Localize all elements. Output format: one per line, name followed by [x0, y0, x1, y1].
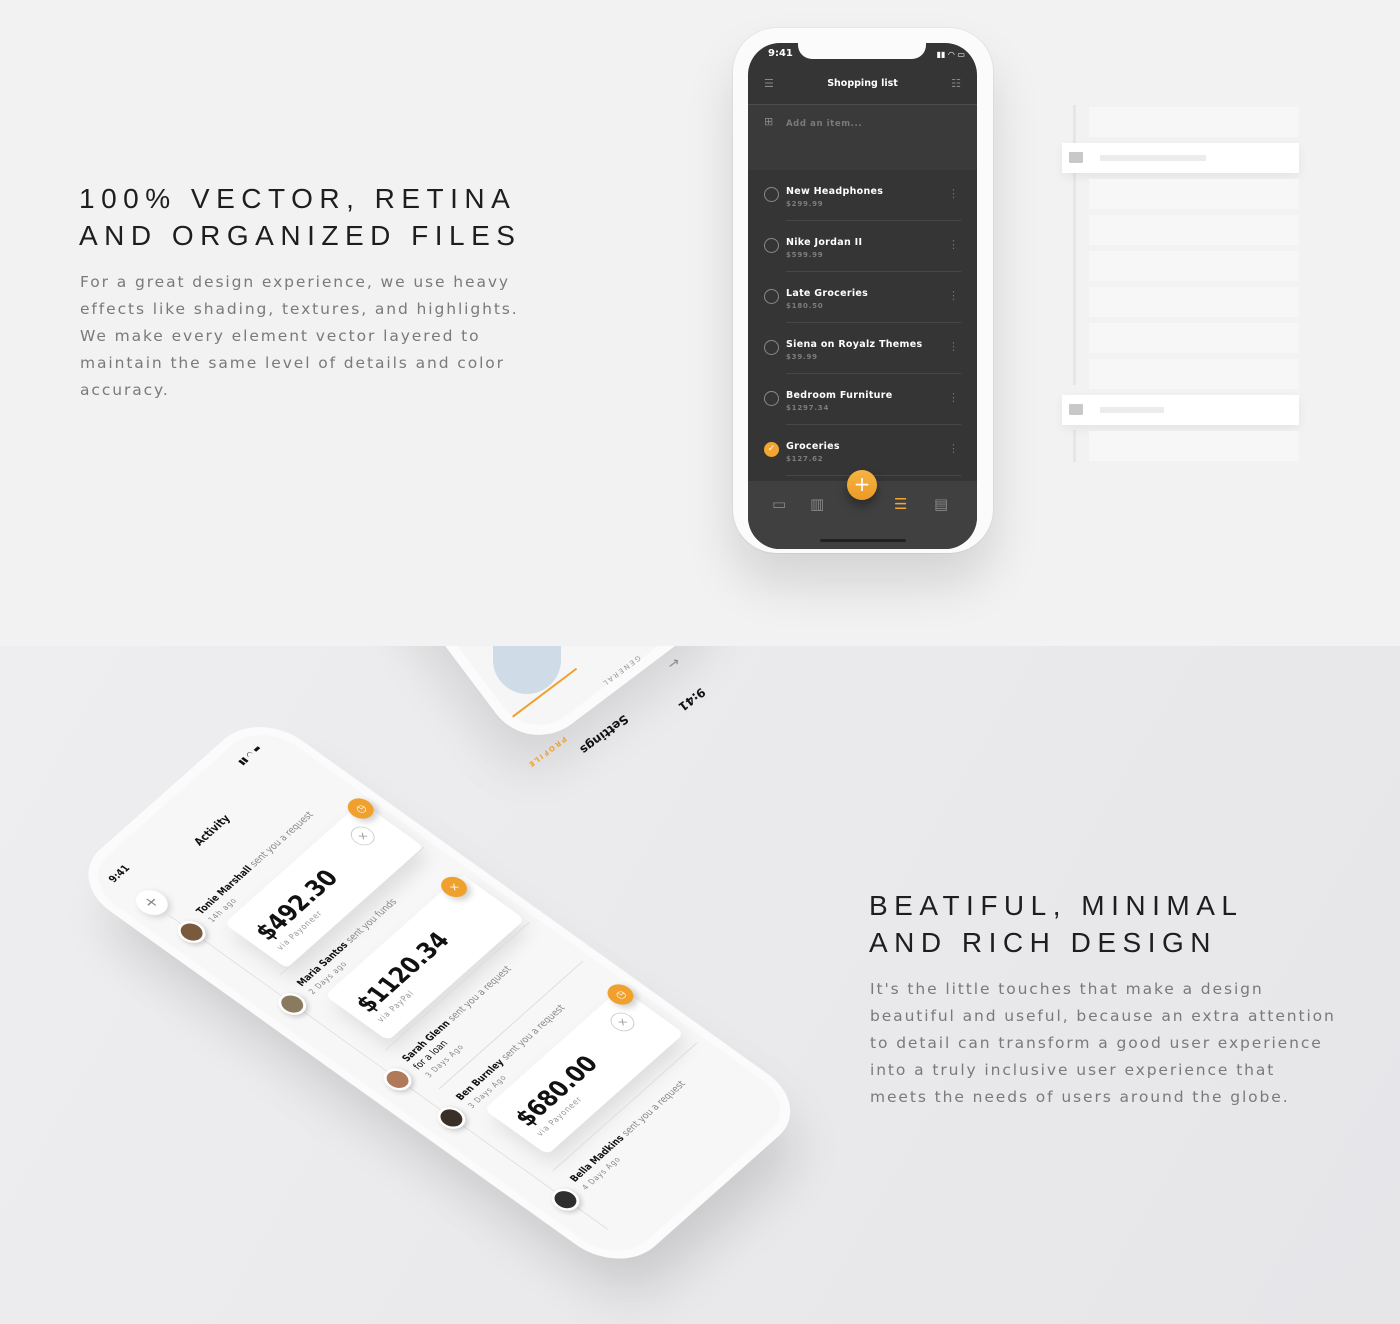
- list-item[interactable]: ✓ Groceries $127.62 ⋮: [748, 425, 977, 476]
- folder-icon: [1069, 152, 1083, 163]
- checkbox[interactable]: ✓: [764, 442, 779, 457]
- item-name: Late Groceries: [786, 288, 869, 299]
- more-icon[interactable]: ⋮: [948, 238, 959, 251]
- library-icon[interactable]: ▥: [810, 495, 824, 513]
- feature-section-design: 9:41 Settings PROFILE GENERAL ← 9:41 ▮▮ …: [0, 646, 1400, 1324]
- paragraph-line: accuracy.: [80, 381, 170, 399]
- checklist-icon[interactable]: ☰: [894, 495, 907, 513]
- close-icon: ×: [613, 1015, 632, 1029]
- section-paragraph: It's the little touches that make a desi…: [870, 976, 1336, 1111]
- wireframe-row: [1089, 179, 1299, 209]
- decline-button[interactable]: ×: [605, 1008, 640, 1036]
- paragraph-line: beautiful and useful, because an extra a…: [870, 1007, 1336, 1025]
- heading-line: 100% VECTOR, RETINA: [79, 183, 517, 214]
- wireframe-row: [1089, 359, 1299, 389]
- checkbox[interactable]: [764, 289, 779, 304]
- wireframe-folder-row: [1062, 395, 1299, 425]
- paragraph-line: We make every element vector layered to: [80, 327, 481, 345]
- section-paragraph: For a great design experience, we use he…: [80, 269, 519, 404]
- item-name: Bedroom Furniture: [786, 390, 893, 401]
- item-price: $180.50: [786, 302, 824, 310]
- item-price: $1297.34: [786, 404, 830, 412]
- list-item[interactable]: Nike Jordan II $599.99 ⋮: [748, 221, 977, 272]
- shopping-screen: 9:41 ▮▮ ◠ ▭ ☰ Shopping list ☷ ⊞ Add an i…: [748, 43, 977, 549]
- wireframe-row: [1089, 107, 1299, 137]
- close-icon: ×: [445, 880, 463, 894]
- feature-section-vector: 100% VECTOR, RETINA AND ORGANIZED FILES …: [0, 0, 1400, 646]
- paragraph-line: into a truly inclusive user experience t…: [870, 1061, 1276, 1079]
- status-time: 9:41: [675, 684, 708, 714]
- notch: [798, 43, 926, 59]
- heading-line: AND ORGANIZED FILES: [79, 220, 522, 251]
- item-name: Nike Jordan II: [786, 237, 863, 248]
- item-name: Siena on Royalz Themes: [786, 339, 923, 350]
- plus-icon: +: [138, 892, 165, 913]
- filter-list-icon[interactable]: ☷: [951, 77, 961, 90]
- home-indicator: [820, 539, 906, 542]
- item-price: $39.99: [786, 353, 818, 361]
- section-heading: 100% VECTOR, RETINA AND ORGANIZED FILES: [79, 180, 521, 254]
- app-header: ☰ Shopping list ☷: [748, 73, 977, 105]
- paragraph-line: maintain the same level of details and c…: [80, 354, 505, 372]
- decline-button[interactable]: ×: [345, 822, 380, 850]
- wireframe-bar: [1100, 155, 1206, 161]
- page-title: Settings: [577, 711, 631, 758]
- phone-mockup-shopping: 9:41 ▮▮ ◠ ▭ ☰ Shopping list ☷ ⊞ Add an i…: [733, 28, 993, 553]
- wireframe-row: [1089, 215, 1299, 245]
- paragraph-line: to detail can transform a good user expe…: [870, 1034, 1323, 1052]
- more-icon[interactable]: ⋮: [948, 187, 959, 200]
- checkbox[interactable]: [764, 340, 779, 355]
- paragraph-line: meets the needs of users around the glob…: [870, 1088, 1290, 1106]
- wireframe-line: [1073, 430, 1076, 462]
- plus-icon: +: [853, 472, 871, 496]
- wireframe-row: [1089, 287, 1299, 317]
- paragraph-line: For a great design experience, we use he…: [80, 273, 510, 291]
- add-item-input[interactable]: ⊞ Add an item...: [748, 105, 977, 170]
- heading-line: AND RICH DESIGN: [869, 927, 1217, 958]
- close-icon: ×: [354, 829, 372, 843]
- more-icon[interactable]: ⋮: [948, 289, 959, 302]
- item-price: $127.62: [786, 455, 824, 463]
- paragraph-line: It's the little touches that make a desi…: [870, 980, 1264, 998]
- list-item[interactable]: New Headphones $299.99 ⋮: [748, 170, 977, 221]
- clock-icon: ◷: [351, 801, 370, 816]
- add-item-placeholder: Add an item...: [786, 119, 863, 129]
- wallet-icon[interactable]: ▭: [772, 495, 786, 513]
- wireframe-row: [1089, 323, 1299, 353]
- wireframe-row: [1089, 251, 1299, 281]
- list-item[interactable]: Bedroom Furniture $1297.34 ⋮: [748, 374, 977, 425]
- arrow-icon[interactable]: ←: [664, 653, 683, 673]
- paragraph-line: effects like shading, textures, and high…: [80, 300, 519, 318]
- wireframe-folder-row: [1062, 143, 1299, 173]
- status-icons: ▮▮ ◠ ▭: [936, 50, 965, 59]
- page-title: Shopping list: [827, 78, 898, 89]
- checkbox[interactable]: [764, 238, 779, 253]
- item-price: $599.99: [786, 251, 824, 259]
- checkbox[interactable]: [764, 391, 779, 406]
- wireframe-row: [1089, 431, 1299, 461]
- folder-icon: [1069, 404, 1083, 415]
- cards-icon[interactable]: ▤: [934, 495, 948, 513]
- phone-mockup-activity: 9:41 ▮▮ ◠ ▬ Activity + Tonie Marshall se…: [80, 720, 799, 1266]
- wireframe-bar: [1100, 407, 1164, 413]
- more-icon[interactable]: ⋮: [948, 391, 959, 404]
- list-item[interactable]: Siena on Royalz Themes $39.99 ⋮: [748, 323, 977, 374]
- add-note-icon: ⊞: [764, 115, 774, 128]
- section-heading: BEATIFUL, MINIMAL AND RICH DESIGN: [869, 887, 1243, 961]
- clock-icon: ◷: [611, 987, 630, 1002]
- status-time: 9:41: [768, 48, 793, 59]
- item-name: New Headphones: [786, 186, 884, 197]
- heading-line: BEATIFUL, MINIMAL: [869, 890, 1244, 921]
- checkbox[interactable]: [764, 187, 779, 202]
- item-name: Groceries: [786, 441, 840, 452]
- add-button[interactable]: +: [847, 470, 877, 500]
- item-price: $299.99: [786, 200, 824, 208]
- more-icon[interactable]: ⋮: [948, 442, 959, 455]
- tab-profile[interactable]: PROFILE: [526, 735, 568, 770]
- more-icon[interactable]: ⋮: [948, 340, 959, 353]
- phone-mockup-settings: [193, 646, 738, 743]
- list-item[interactable]: Late Groceries $180.50 ⋮: [748, 272, 977, 323]
